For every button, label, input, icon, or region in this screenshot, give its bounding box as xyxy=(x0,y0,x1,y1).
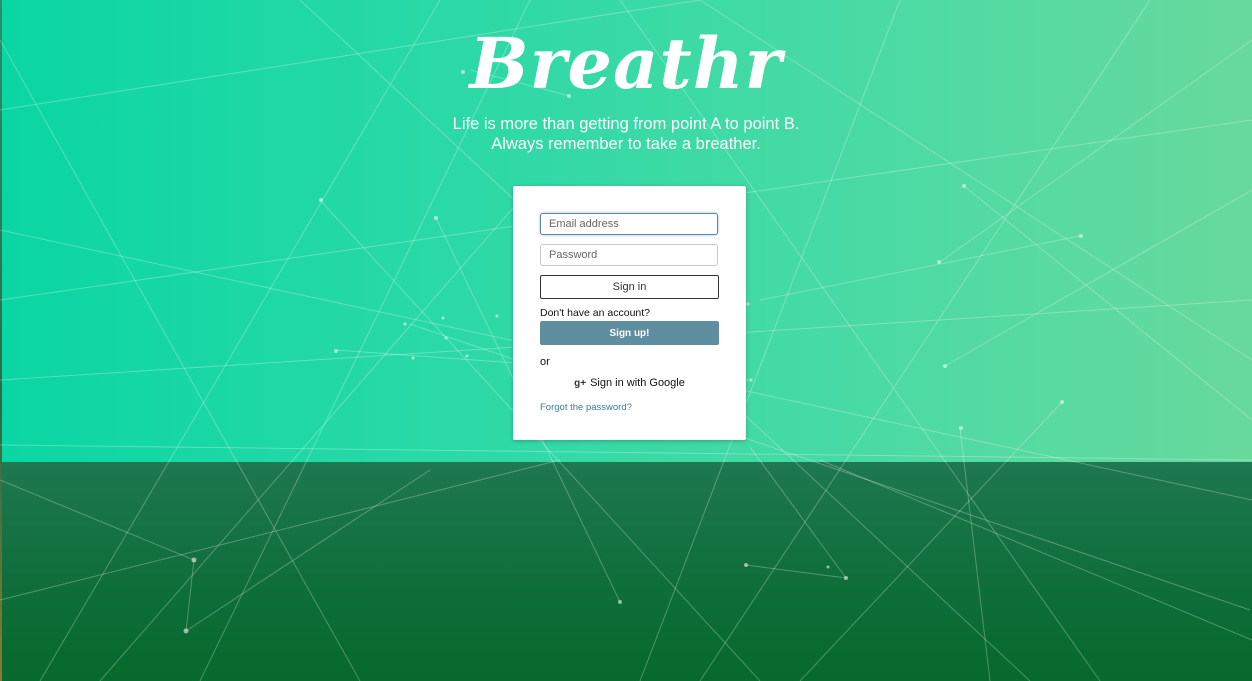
email-input[interactable] xyxy=(540,213,718,235)
tagline-line-1: Life is more than getting from point A t… xyxy=(452,115,800,133)
forgot-password-link[interactable]: Forgot the password? xyxy=(540,402,632,413)
app-logo: Breathr xyxy=(469,22,783,105)
google-plus-icon: g+ xyxy=(574,377,587,389)
tagline: Life is more than getting from point A t… xyxy=(0,114,1252,154)
sign-up-button[interactable]: Sign up! xyxy=(540,321,719,345)
login-card: Sign in Don't have an account? Sign up! … xyxy=(513,186,746,440)
password-input[interactable] xyxy=(540,244,718,266)
google-sign-in-button[interactable]: g+ Sign in with Google xyxy=(540,376,719,390)
google-sign-in-label: Sign in with Google xyxy=(590,377,685,389)
no-account-text: Don't have an account? xyxy=(540,307,650,319)
tagline-line-2: Always remember to take a breather. xyxy=(491,135,761,153)
sign-in-button[interactable]: Sign in xyxy=(540,275,719,299)
or-separator: or xyxy=(540,356,550,368)
